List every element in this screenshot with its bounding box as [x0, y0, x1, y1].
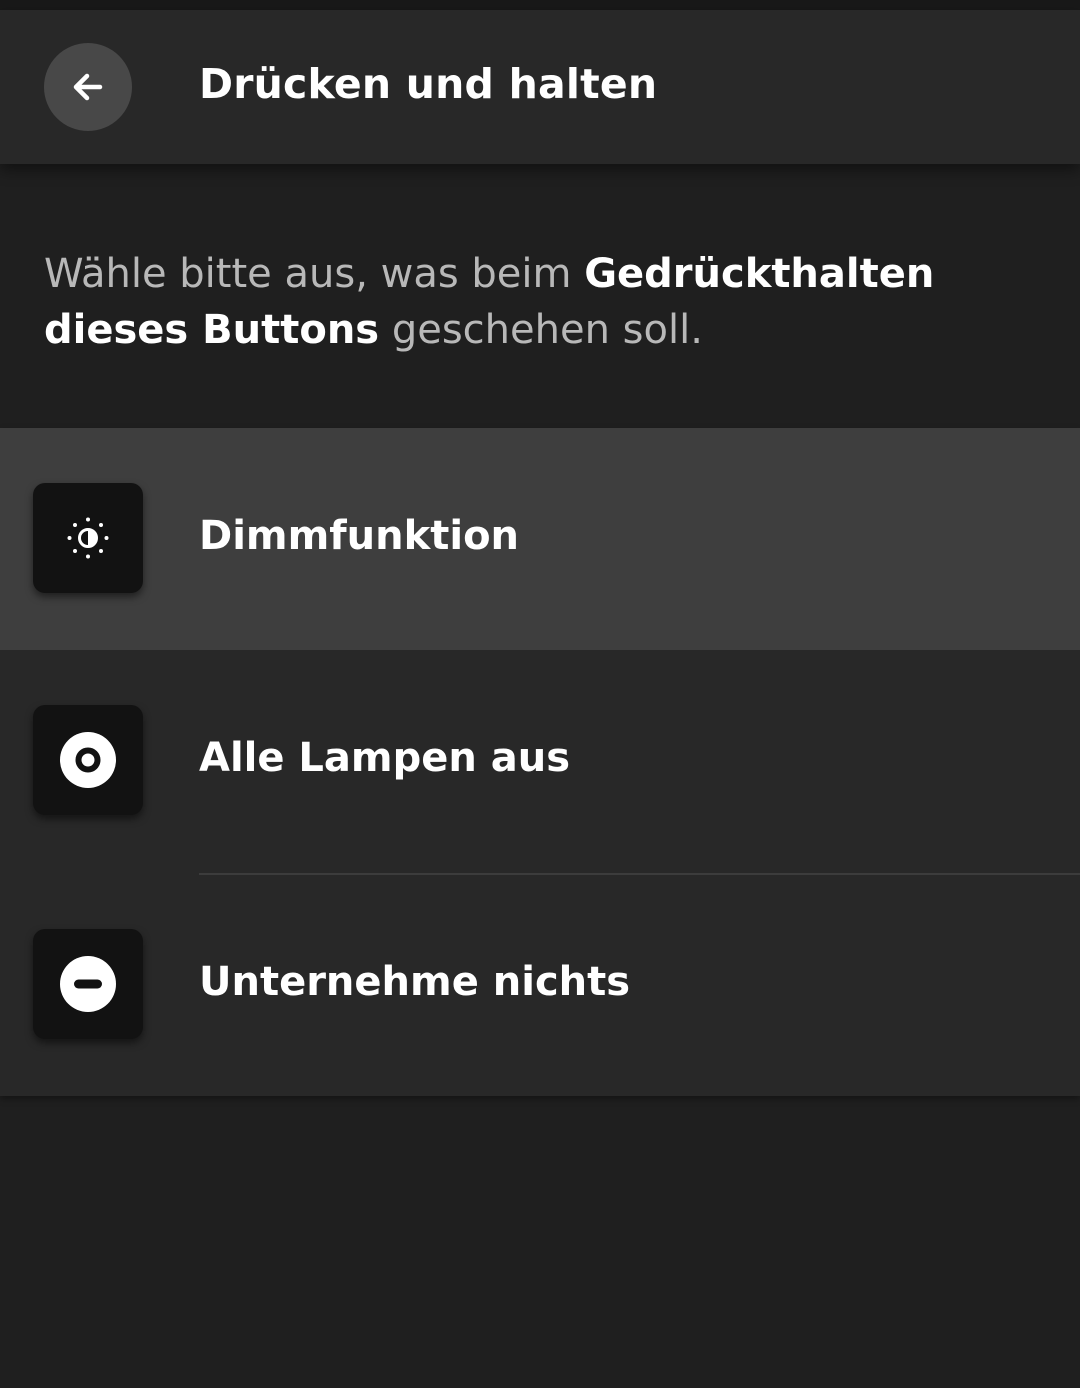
option-all-lights-off[interactable]: Alle Lampen aus — [0, 650, 1080, 872]
back-button[interactable] — [44, 43, 132, 131]
power-off-icon — [60, 732, 116, 788]
option-label: Alle Lampen aus — [199, 735, 571, 781]
option-label: Dimmfunktion — [199, 513, 520, 559]
option-icon-tile — [33, 483, 143, 593]
option-label: Unternehme nichts — [199, 959, 631, 1005]
arrow-left-icon — [73, 73, 103, 101]
option-icon-tile — [33, 929, 143, 1039]
option-icon-tile — [33, 705, 143, 815]
status-bar-strip — [0, 0, 1080, 10]
do-nothing-icon — [60, 956, 116, 1012]
instruction-text: Wähle bitte aus, was beim Gedrückthalten… — [44, 246, 1044, 358]
brightness-icon — [67, 517, 109, 559]
instruction-text-part: Wähle bitte aus, was beim — [44, 251, 585, 297]
option-dimming[interactable]: Dimmfunktion — [0, 428, 1080, 650]
page-title: Drücken und halten — [199, 60, 658, 108]
divider — [199, 873, 1080, 875]
option-list: Dimmfunktion Alle Lampen aus Unternehme … — [0, 428, 1080, 1096]
instruction-text-part: geschehen soll. — [379, 307, 703, 353]
app-header: Drücken und halten — [0, 10, 1080, 164]
option-do-nothing[interactable]: Unternehme nichts — [0, 874, 1080, 1096]
